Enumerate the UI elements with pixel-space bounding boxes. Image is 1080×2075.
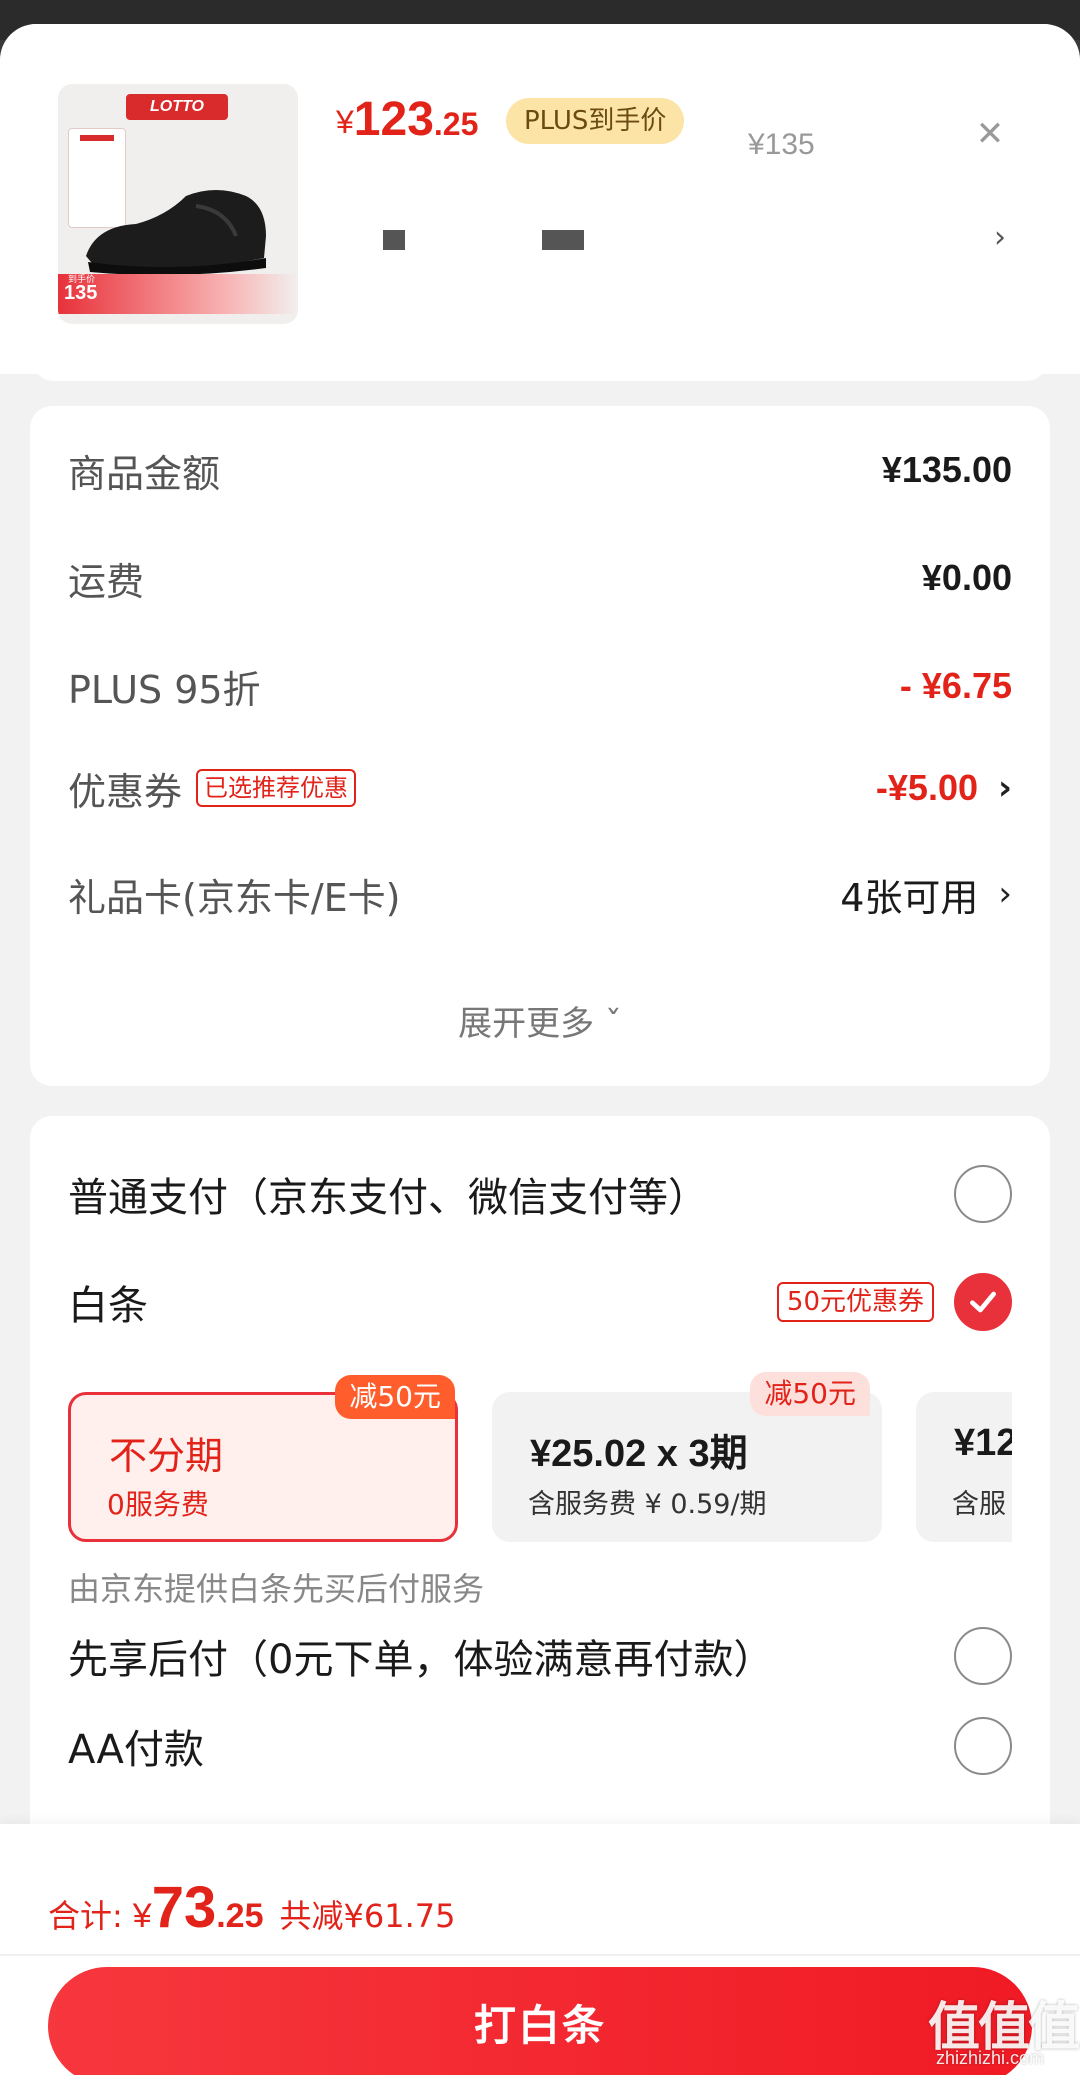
row-shipping: 运费 ¥0.00 <box>68 548 1012 608</box>
footer-divider <box>0 1954 1080 1956</box>
baitiao-coupon-tag[interactable]: 50元优惠券 <box>776 1282 934 1322</box>
spec-redacted-1 <box>383 230 405 250</box>
plus-price-badge: PLUS到手价 <box>506 98 685 144</box>
row-gift-card[interactable]: 礼品卡(京东卡/E卡) 4张可用 › <box>68 864 1012 924</box>
price-integer: 123 <box>353 93 434 146</box>
brand-logo: LOTTO <box>126 94 228 120</box>
plus-discount-value: - ¥6.75 <box>899 665 1012 706</box>
normal-pay-radio[interactable] <box>954 1165 1012 1223</box>
price-decimal: .25 <box>433 106 479 142</box>
plus-discount-label: PLUS 95折 <box>68 667 261 712</box>
coupon-value-group: -¥5.00 › <box>876 767 1012 809</box>
pay-option-baitiao[interactable]: 白条 50元优惠券 <box>68 1262 1012 1342</box>
product-thumbnail[interactable]: LOTTO 到手价 135 <box>58 84 298 324</box>
spec-redacted-2 <box>542 230 584 250</box>
watermark-url: zhizhizhi.com <box>936 2048 1045 2068</box>
total-label: 合计: <box>48 1897 123 1935</box>
total-decimal: .25 <box>216 1897 264 1935</box>
product-card-bottom <box>32 359 1048 381</box>
installment-fee: 含服 <box>952 1489 1006 1520</box>
row-plus-discount: PLUS 95折 - ¥6.75 <box>68 656 1012 716</box>
pay-later-label: 先享后付（0元下单，体验满意再付款） <box>68 1637 774 1683</box>
pay-option-normal[interactable]: 普通支付（京东支付、微信支付等） <box>68 1154 1012 1234</box>
gift-card-label: 礼品卡(京东卡/E卡) <box>68 875 401 920</box>
order-total: 合计: ¥ 73 .25 共减¥61.75 <box>48 1874 455 1941</box>
chevron-right-icon[interactable]: › <box>998 768 1012 808</box>
pay-option-aa[interactable]: AA付款 <box>68 1706 1012 1786</box>
total-saved: 共减¥61.75 <box>279 1897 456 1935</box>
thumb-price: 135 <box>64 282 98 304</box>
chevron-right-icon[interactable]: › <box>998 874 1012 914</box>
installment-title: ¥12 <box>954 1422 1012 1464</box>
baitiao-right: 50元优惠券 <box>776 1273 1012 1331</box>
gift-card-value-group: 4张可用 › <box>840 867 1012 922</box>
installment-options: 减50元 不分期 0服务费 减50元 ¥25.02 x 3期 含服务费 ¥ 0.… <box>68 1372 1012 1552</box>
check-icon <box>970 1291 996 1313</box>
shoe-image <box>86 190 266 276</box>
coupon-label: 优惠券 <box>68 769 183 814</box>
installment-title: 不分期 <box>109 1434 224 1478</box>
aa-pay-label: AA付款 <box>68 1727 204 1773</box>
baitiao-radio-checked[interactable] <box>954 1273 1012 1331</box>
discount-flag: 减50元 <box>750 1372 870 1416</box>
row-goods-amount: 商品金额 ¥135.00 <box>68 440 1012 500</box>
chevron-right-icon[interactable]: › <box>994 220 1006 255</box>
gift-card-value: 4张可用 <box>840 875 979 920</box>
product-header: LOTTO 到手价 135 ¥123.25 PLUS到手价 ¥135 ✕ › <box>0 24 1080 374</box>
total-integer: 73 <box>151 1875 217 1940</box>
coupon-value: -¥5.00 <box>875 767 978 808</box>
checkout-footer: 合计: ¥ 73 .25 共减¥61.75 打白条 <box>0 1824 1080 2075</box>
discount-flag: 减50元 <box>335 1375 455 1419</box>
installment-option-none[interactable]: 减50元 不分期 0服务费 <box>68 1375 458 1542</box>
checkout-sheet: LOTTO 到手价 135 ¥123.25 PLUS到手价 ¥135 ✕ › 商… <box>0 24 1080 2075</box>
installment-fee: 0服务费 <box>107 1488 209 1521</box>
price-summary-card: 商品金额 ¥135.00 运费 ¥0.00 PLUS 95折 - ¥6.75 优… <box>30 406 1050 1086</box>
shipping-value: ¥0.00 <box>921 557 1012 598</box>
pay-baitiao-button[interactable]: 打白条 <box>48 1967 1032 2075</box>
pay-option-later[interactable]: 先享后付（0元下单，体验满意再付款） <box>68 1616 1012 1696</box>
aa-pay-radio[interactable] <box>954 1717 1012 1775</box>
installment-fee: 含服务费 ¥ 0.59/期 <box>528 1489 767 1520</box>
goods-amount-value: ¥135.00 <box>881 449 1012 490</box>
installment-option-3[interactable]: 减50元 ¥25.02 x 3期 含服务费 ¥ 0.59/期 <box>492 1372 882 1542</box>
installment-option-more[interactable]: ¥12 含服 <box>916 1392 1012 1542</box>
pay-later-radio[interactable] <box>954 1627 1012 1685</box>
product-price: ¥123.25 <box>336 92 478 147</box>
shipping-label: 运费 <box>68 559 145 604</box>
goods-amount-label: 商品金额 <box>68 451 221 496</box>
installment-title: ¥25.02 x 3期 <box>530 1433 748 1475</box>
baitiao-label: 白条 <box>68 1283 148 1329</box>
baitiao-provider-desc: 由京东提供白条先买后付服务 <box>68 1570 485 1608</box>
coupon-label-group: 优惠券 已选推荐优惠 <box>68 761 357 816</box>
expand-more-button[interactable]: 展开更多 ˇ <box>30 996 1050 1045</box>
row-coupon[interactable]: 优惠券 已选推荐优惠 -¥5.00 › <box>68 758 1012 818</box>
normal-pay-label: 普通支付（京东支付、微信支付等） <box>68 1175 708 1221</box>
total-currency: ¥ <box>132 1897 152 1935</box>
coupon-selected-tag: 已选推荐优惠 <box>196 769 357 807</box>
close-icon[interactable]: ✕ <box>968 112 1012 156</box>
original-price: ¥135 <box>748 128 815 161</box>
price-currency: ¥ <box>336 104 354 140</box>
